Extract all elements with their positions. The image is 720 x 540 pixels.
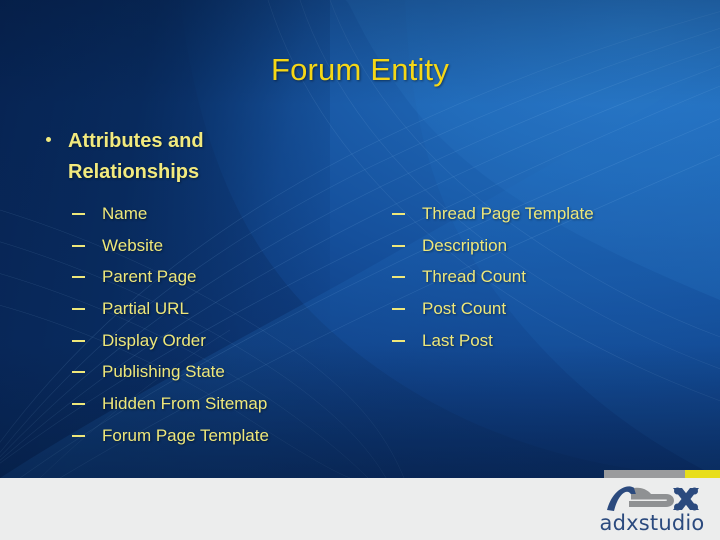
accent-bar-gray: [604, 470, 685, 478]
list-item: Thread Page Template: [386, 198, 686, 230]
en-dash-icon: [72, 403, 85, 406]
attribute-list-right: Thread Page Template Description Thread …: [386, 198, 686, 356]
list-item: Parent Page: [66, 261, 366, 293]
list-item: Forum Page Template: [66, 420, 366, 452]
bullet-heading-label: Attributes and Relationships: [68, 130, 204, 183]
list-item: Name: [66, 198, 366, 230]
en-dash-icon: [72, 434, 85, 437]
accent-bar-yellow: [685, 470, 720, 478]
en-dash-icon: [72, 308, 85, 311]
list-item-label: Description: [422, 235, 508, 255]
list-item-label: Post Count: [422, 299, 507, 319]
list-item: Publishing State: [66, 356, 366, 388]
list-item-label: Forum Page Template: [102, 425, 269, 445]
bullet-dot-icon: [46, 137, 51, 142]
en-dash-icon: [72, 339, 85, 342]
list-item-label: Partial URL: [102, 299, 189, 319]
list-item: Website: [66, 230, 366, 262]
list-item: Thread Count: [386, 261, 686, 293]
list-item: Hidden From Sitemap: [66, 388, 366, 420]
en-dash-icon: [392, 339, 405, 342]
en-dash-icon: [392, 276, 405, 279]
adx-logo-mark: [607, 486, 699, 511]
en-dash-icon: [72, 244, 85, 247]
en-dash-icon: [392, 244, 405, 247]
list-item-label: Name: [102, 204, 148, 223]
list-item: Partial URL: [66, 293, 366, 325]
en-dash-icon: [72, 276, 85, 279]
list-item: Description: [386, 230, 686, 262]
list-item-label: Thread Page Template: [422, 204, 594, 223]
attribute-list-left: Name Website Parent Page Partial URL Dis…: [66, 198, 366, 452]
slide-body: Attributes and Relationships Name Websit…: [0, 126, 720, 456]
adxstudio-logo: adxstudio: [596, 484, 708, 536]
list-item: Last Post: [386, 325, 686, 357]
adxstudio-wordmark: adxstudio: [599, 511, 705, 535]
list-item-label: Display Order: [102, 330, 206, 350]
list-item-label: Website: [102, 235, 164, 255]
bullet-heading: Attributes and Relationships: [38, 126, 298, 188]
en-dash-icon: [72, 213, 85, 215]
list-item-label: Thread Count: [422, 267, 526, 287]
list-item-label: Last Post: [422, 330, 493, 350]
slide-title: Forum Entity: [270, 52, 450, 87]
list-item-label: Hidden From Sitemap: [102, 394, 268, 414]
list-item: Post Count: [386, 293, 686, 325]
presentation-slide: Forum Entity Attributes and Relationship…: [0, 0, 720, 540]
list-item: Display Order: [66, 325, 366, 357]
list-item-label: Parent Page: [102, 267, 197, 287]
en-dash-icon: [392, 308, 405, 311]
list-item-label: Publishing State: [102, 362, 225, 382]
en-dash-icon: [392, 213, 405, 215]
en-dash-icon: [72, 371, 85, 374]
